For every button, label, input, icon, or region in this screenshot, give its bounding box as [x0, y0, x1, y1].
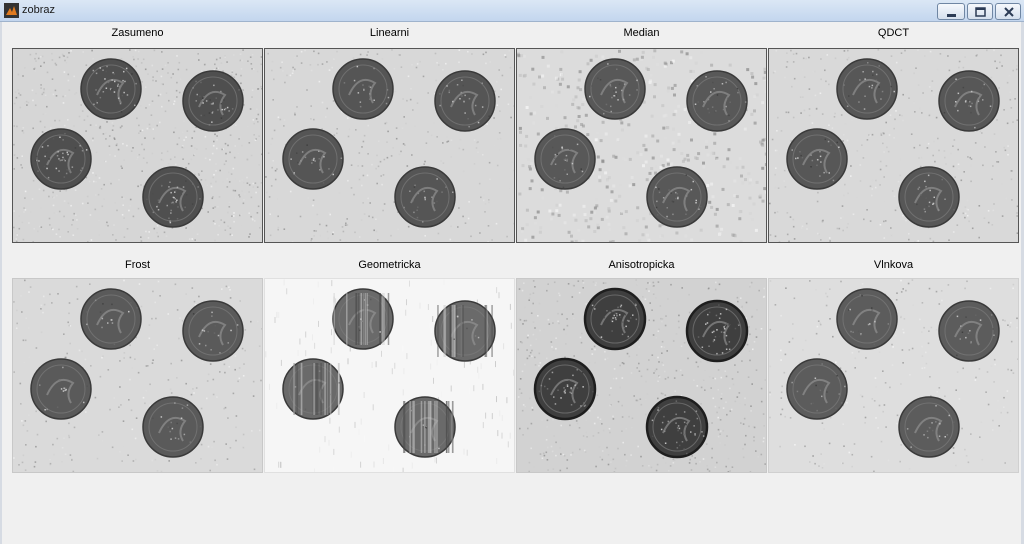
coin	[686, 70, 748, 132]
coin	[938, 300, 1000, 362]
panel-title: Anisotropicka	[608, 259, 675, 271]
coin	[685, 299, 749, 363]
coins-image	[13, 279, 262, 472]
coins-image	[265, 49, 514, 242]
image-panel-zasumeno	[12, 48, 263, 243]
panel-title: Median	[623, 27, 660, 39]
coin	[182, 300, 244, 362]
coin	[434, 70, 496, 132]
image-panel-vlnkova	[768, 278, 1019, 473]
coin	[836, 288, 898, 350]
coin	[836, 58, 898, 120]
panel-title: Vlnkova	[873, 259, 914, 271]
minimize-icon	[947, 14, 956, 17]
minimize-button[interactable]	[937, 3, 965, 20]
panel-title: Geometricka	[358, 259, 421, 271]
close-icon	[1004, 7, 1014, 17]
maximize-button[interactable]	[967, 3, 993, 20]
coins-image	[517, 279, 766, 472]
image-panel-anisotropicka	[516, 278, 767, 473]
coin	[142, 396, 204, 458]
matlab-app-icon	[4, 3, 19, 18]
panel-title: Zasumeno	[111, 27, 164, 39]
coins-image	[517, 49, 766, 242]
close-button[interactable]	[995, 3, 1021, 20]
window-title: zobraz	[22, 4, 56, 16]
image-panel-linearni	[264, 48, 515, 243]
coin	[332, 58, 394, 120]
panel-title: Linearni	[369, 27, 410, 39]
coins-image	[13, 49, 262, 242]
image-panel-geometricka	[264, 278, 515, 473]
coin	[80, 288, 142, 350]
coin	[533, 357, 597, 421]
coin	[182, 70, 244, 132]
figure-area: Zasumeno Linearni Median QDCT Frost Geom…	[0, 22, 1024, 544]
panel-title: QDCT	[877, 27, 910, 39]
coin	[584, 58, 646, 120]
coins-image	[265, 279, 514, 472]
image-panel-frost	[12, 278, 263, 473]
coins-image	[769, 279, 1018, 472]
coin	[646, 166, 708, 228]
image-panel-qdct	[768, 48, 1019, 243]
coins-image	[769, 49, 1018, 242]
image-panel-median	[516, 48, 767, 243]
panel-title: Frost	[124, 259, 151, 271]
window-titlebar: zobraz	[0, 0, 1024, 22]
maximize-icon	[975, 7, 986, 17]
